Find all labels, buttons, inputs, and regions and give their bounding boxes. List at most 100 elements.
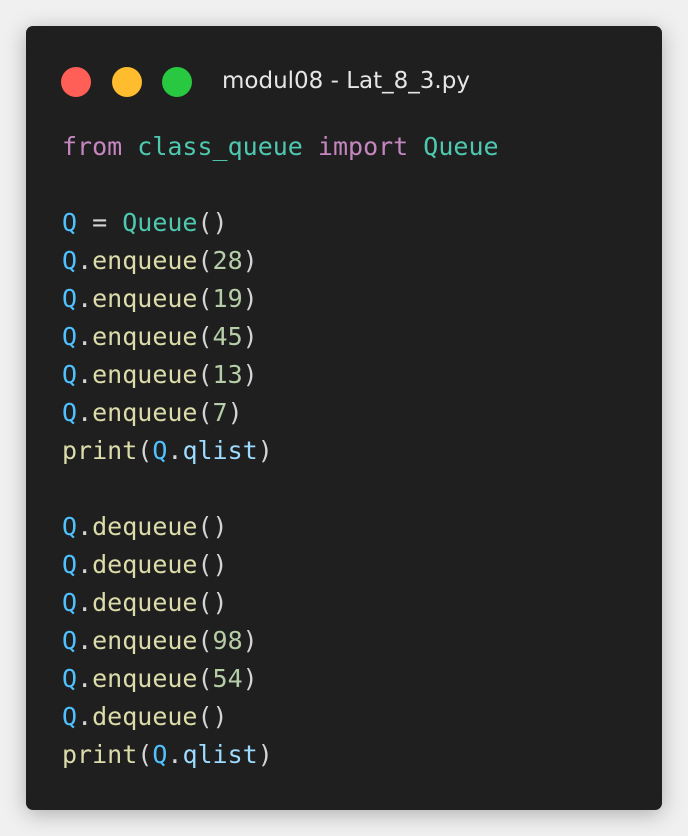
code-token-number: 54 xyxy=(212,664,243,693)
code-token-plain: ( xyxy=(197,664,213,693)
code-token-function: enqueue xyxy=(92,360,198,389)
window-title: modul08 - Lat_8_3.py xyxy=(222,68,470,94)
code-token-variable: Q xyxy=(62,322,78,351)
code-token-variable: Q xyxy=(62,284,78,313)
code-token-number: 98 xyxy=(212,626,243,655)
code-token-plain: ) xyxy=(242,246,258,275)
code-token-number: 45 xyxy=(212,322,243,351)
code-token-plain: () xyxy=(197,702,228,731)
code-token-plain: ) xyxy=(242,360,258,389)
code-token-variable: Q xyxy=(62,208,78,237)
code-token-plain: ( xyxy=(197,626,213,655)
code-token-plain: ) xyxy=(242,626,258,655)
code-token-number: 7 xyxy=(212,398,228,427)
code-token-plain: . xyxy=(77,512,93,541)
code-token-function: enqueue xyxy=(92,626,198,655)
code-token-variable: Q xyxy=(62,550,78,579)
code-token-plain: = xyxy=(77,208,123,237)
code-token-plain: ( xyxy=(197,398,213,427)
code-line: Q.enqueue(28) xyxy=(62,242,499,280)
code-line: Q.enqueue(19) xyxy=(62,280,499,318)
code-token-function: enqueue xyxy=(92,284,198,313)
code-token-plain: () xyxy=(197,588,228,617)
maximize-dot-icon[interactable] xyxy=(162,67,192,97)
code-token-plain: ) xyxy=(227,398,243,427)
code-token-class: class_queue xyxy=(137,132,303,161)
code-token-variable: Q xyxy=(62,246,78,275)
code-token-plain: . xyxy=(167,436,183,465)
code-token-function: dequeue xyxy=(92,702,198,731)
code-token-variable: Q xyxy=(62,626,78,655)
code-token-plain: . xyxy=(77,588,93,617)
code-token-variable: Q xyxy=(152,436,168,465)
code-token-plain: . xyxy=(77,246,93,275)
code-line: Q.dequeue() xyxy=(62,546,499,584)
code-token-plain: . xyxy=(77,550,93,579)
code-token-property: qlist xyxy=(182,740,258,769)
code-token-function: dequeue xyxy=(92,588,198,617)
code-token-plain: ( xyxy=(137,740,153,769)
code-token-plain: ) xyxy=(257,740,273,769)
code-token-property: qlist xyxy=(182,436,258,465)
code-token-plain: () xyxy=(197,550,228,579)
code-token-function: print xyxy=(62,436,138,465)
code-line: print(Q.qlist) xyxy=(62,432,499,470)
code-token-function: enqueue xyxy=(92,398,198,427)
code-token-plain: ( xyxy=(197,360,213,389)
code-token-keyword: import xyxy=(317,132,409,161)
code-token-plain: () xyxy=(197,512,228,541)
code-line: Q.enqueue(98) xyxy=(62,622,499,660)
code-token-plain: . xyxy=(77,322,93,351)
code-token-plain: ) xyxy=(257,436,273,465)
close-dot-icon[interactable] xyxy=(61,67,91,97)
code-line: Q.enqueue(54) xyxy=(62,660,499,698)
code-token-plain: ( xyxy=(197,322,213,351)
code-token-plain: ( xyxy=(197,246,213,275)
code-token-plain: . xyxy=(77,664,93,693)
code-token-function: print xyxy=(62,740,138,769)
code-line: Q.dequeue() xyxy=(62,584,499,622)
minimize-dot-icon[interactable] xyxy=(112,67,142,97)
code-line: print(Q.qlist) xyxy=(62,736,499,774)
code-block[interactable]: from class_queue import Queue Q = Queue()… xyxy=(62,128,499,774)
code-token-plain: ( xyxy=(137,436,153,465)
code-token-number: 13 xyxy=(212,360,243,389)
code-token-variable: Q xyxy=(62,588,78,617)
code-token-function: dequeue xyxy=(92,550,198,579)
code-token-plain: . xyxy=(77,398,93,427)
code-token-plain: . xyxy=(77,626,93,655)
code-token-plain: . xyxy=(167,740,183,769)
code-token-plain: . xyxy=(77,284,93,313)
code-token-plain: () xyxy=(197,208,228,237)
code-line: Q.enqueue(45) xyxy=(62,318,499,356)
code-line: from class_queue import Queue xyxy=(62,128,499,166)
code-token-variable: Q xyxy=(62,512,78,541)
code-token-variable: Q xyxy=(62,360,78,389)
code-token-class: Queue xyxy=(122,208,198,237)
code-token-plain: ( xyxy=(197,284,213,313)
code-token-variable: Q xyxy=(152,740,168,769)
code-token-class: Queue xyxy=(423,132,499,161)
code-line: Q.enqueue(7) xyxy=(62,394,499,432)
title-bar: modul08 - Lat_8_3.py xyxy=(26,26,662,136)
code-token-keyword: from xyxy=(62,132,123,161)
code-token-variable: Q xyxy=(62,664,78,693)
code-token-function: enqueue xyxy=(92,664,198,693)
code-token-plain: ) xyxy=(242,322,258,351)
code-token-variable: Q xyxy=(62,702,78,731)
code-window: modul08 - Lat_8_3.py from class_queue im… xyxy=(26,26,662,810)
code-token-function: enqueue xyxy=(92,246,198,275)
code-line: Q.dequeue() xyxy=(62,698,499,736)
code-token-function: dequeue xyxy=(92,512,198,541)
code-token-plain: ) xyxy=(242,664,258,693)
code-line: Q.dequeue() xyxy=(62,508,499,546)
code-token-plain: ) xyxy=(242,284,258,313)
code-token-function: enqueue xyxy=(92,322,198,351)
code-token-number: 19 xyxy=(212,284,243,313)
code-token-number: 28 xyxy=(212,246,243,275)
